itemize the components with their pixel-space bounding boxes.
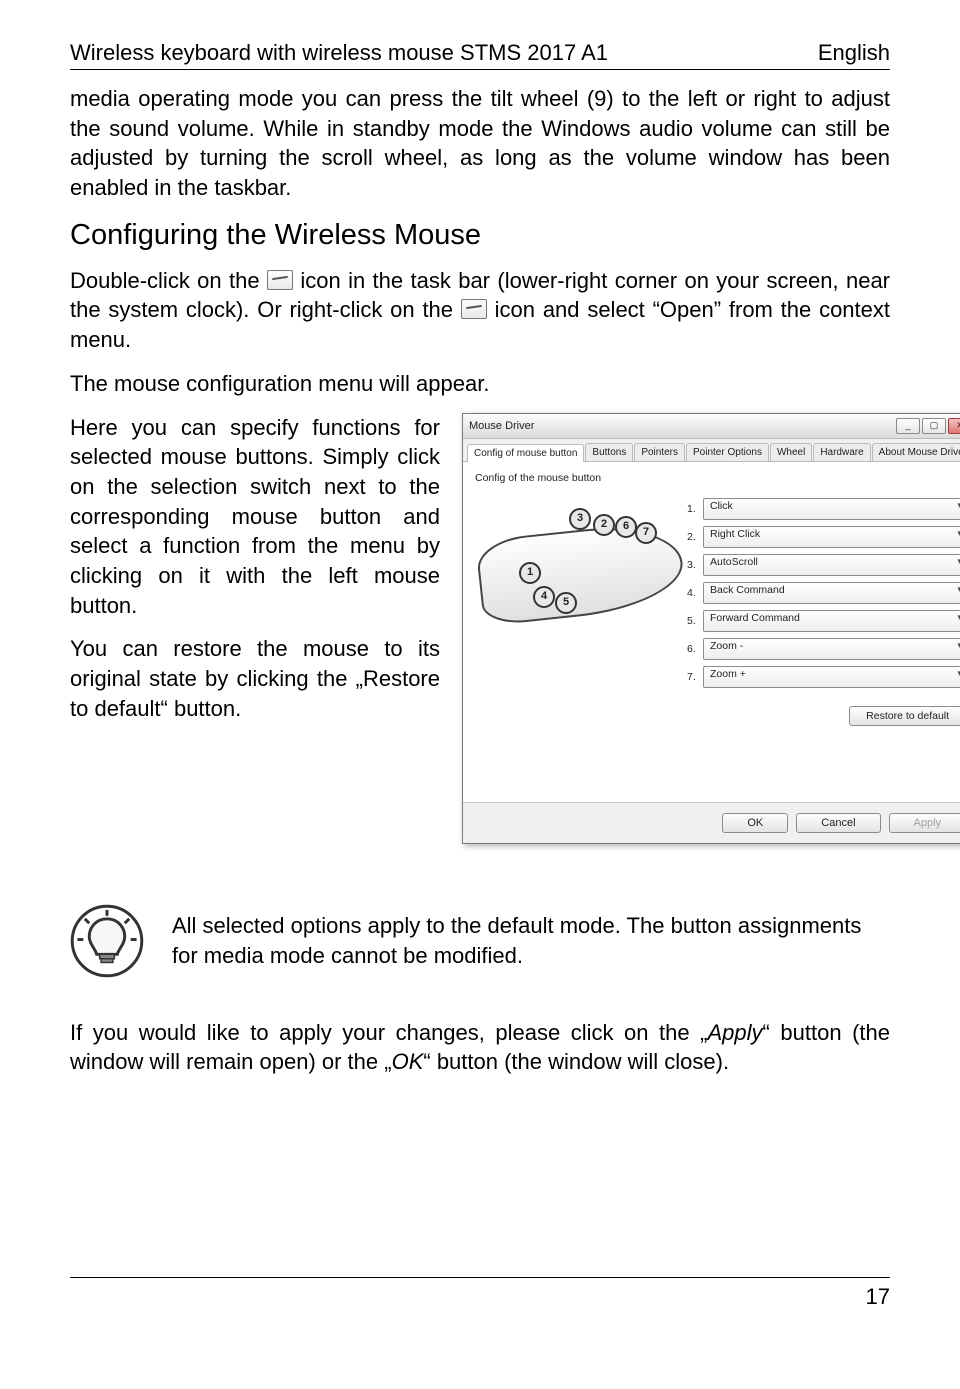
text-segment: Double-click on the: [70, 268, 267, 293]
paragraph-intro: media operating mode you can press the t…: [70, 84, 890, 203]
ok-italic: OK: [392, 1049, 424, 1074]
header-left: Wireless keyboard with wireless mouse ST…: [70, 40, 608, 66]
mouse-tray-icon: [267, 270, 293, 290]
dialog-title: Mouse Driver: [469, 420, 534, 432]
lightbulb-icon: [70, 904, 144, 978]
page-number: 17: [866, 1284, 890, 1309]
mouse-driver-dialog: Mouse Driver _ ▢ ✕ Config of mouse butto…: [462, 413, 960, 844]
tab-wheel[interactable]: Wheel: [770, 443, 812, 461]
opt-label: 7.: [687, 671, 703, 683]
select-button-4[interactable]: Back Command: [703, 582, 960, 604]
mouse-tray-icon: [461, 299, 487, 319]
tab-about[interactable]: About Mouse Driver: [872, 443, 960, 461]
opt-label: 5.: [687, 615, 703, 627]
restore-default-button[interactable]: Restore to default: [849, 706, 960, 726]
select-button-7[interactable]: Zoom +: [703, 666, 960, 688]
select-button-2[interactable]: Right Click: [703, 526, 960, 548]
mouse-diagram: 1 2 3 4 5 6 7: [475, 494, 675, 634]
dialog-section-title: Config of the mouse button: [475, 472, 960, 484]
opt-label: 6.: [687, 643, 703, 655]
apply-button[interactable]: Apply: [889, 813, 960, 833]
select-button-5[interactable]: Forward Command: [703, 610, 960, 632]
opt-label: 1.: [687, 503, 703, 515]
page-header: Wireless keyboard with wireless mouse ST…: [70, 40, 890, 70]
dialog-titlebar: Mouse Driver _ ▢ ✕: [463, 414, 960, 439]
text-segment: If you would like to apply your changes,…: [70, 1020, 708, 1045]
tab-pointer-options[interactable]: Pointer Options: [686, 443, 769, 461]
tab-hardware[interactable]: Hardware: [813, 443, 870, 461]
paragraph-apply-changes: If you would like to apply your changes,…: [70, 1018, 890, 1077]
select-button-1[interactable]: Click: [703, 498, 960, 520]
text-segment: “ button (the window will close).: [423, 1049, 729, 1074]
maximize-button[interactable]: ▢: [922, 418, 946, 434]
section-heading: Configuring the Wireless Mouse: [70, 219, 890, 252]
page-footer: 17: [70, 1277, 890, 1310]
paragraph-specify-functions: Here you can specify functions for selec…: [70, 413, 440, 621]
opt-label: 2.: [687, 531, 703, 543]
paragraph-doubleclick: Double-click on the icon in the task bar…: [70, 266, 890, 355]
tab-config[interactable]: Config of mouse button: [467, 444, 584, 462]
paragraph-restore-default: You can restore the mouse to its origina…: [70, 634, 440, 723]
minimize-button[interactable]: _: [896, 418, 920, 434]
cancel-button[interactable]: Cancel: [796, 813, 880, 833]
dialog-tabbar: Config of mouse button Buttons Pointers …: [463, 439, 960, 462]
opt-label: 3.: [687, 559, 703, 571]
header-right: English: [818, 40, 890, 66]
note-text: All selected options apply to the defaul…: [172, 911, 890, 970]
tab-pointers[interactable]: Pointers: [634, 443, 685, 461]
select-button-3[interactable]: AutoScroll: [703, 554, 960, 576]
select-button-6[interactable]: Zoom -: [703, 638, 960, 660]
tab-buttons[interactable]: Buttons: [585, 443, 633, 461]
options-column: 1.Click 2.Right Click 3.AutoScroll 4.Bac…: [687, 494, 960, 786]
paragraph-menu-appear: The mouse configuration menu will appear…: [70, 369, 890, 399]
close-button[interactable]: ✕: [948, 418, 960, 434]
opt-label: 4.: [687, 587, 703, 599]
ok-button[interactable]: OK: [722, 813, 788, 833]
note-row: All selected options apply to the defaul…: [70, 904, 890, 978]
apply-italic: Apply: [708, 1020, 763, 1045]
